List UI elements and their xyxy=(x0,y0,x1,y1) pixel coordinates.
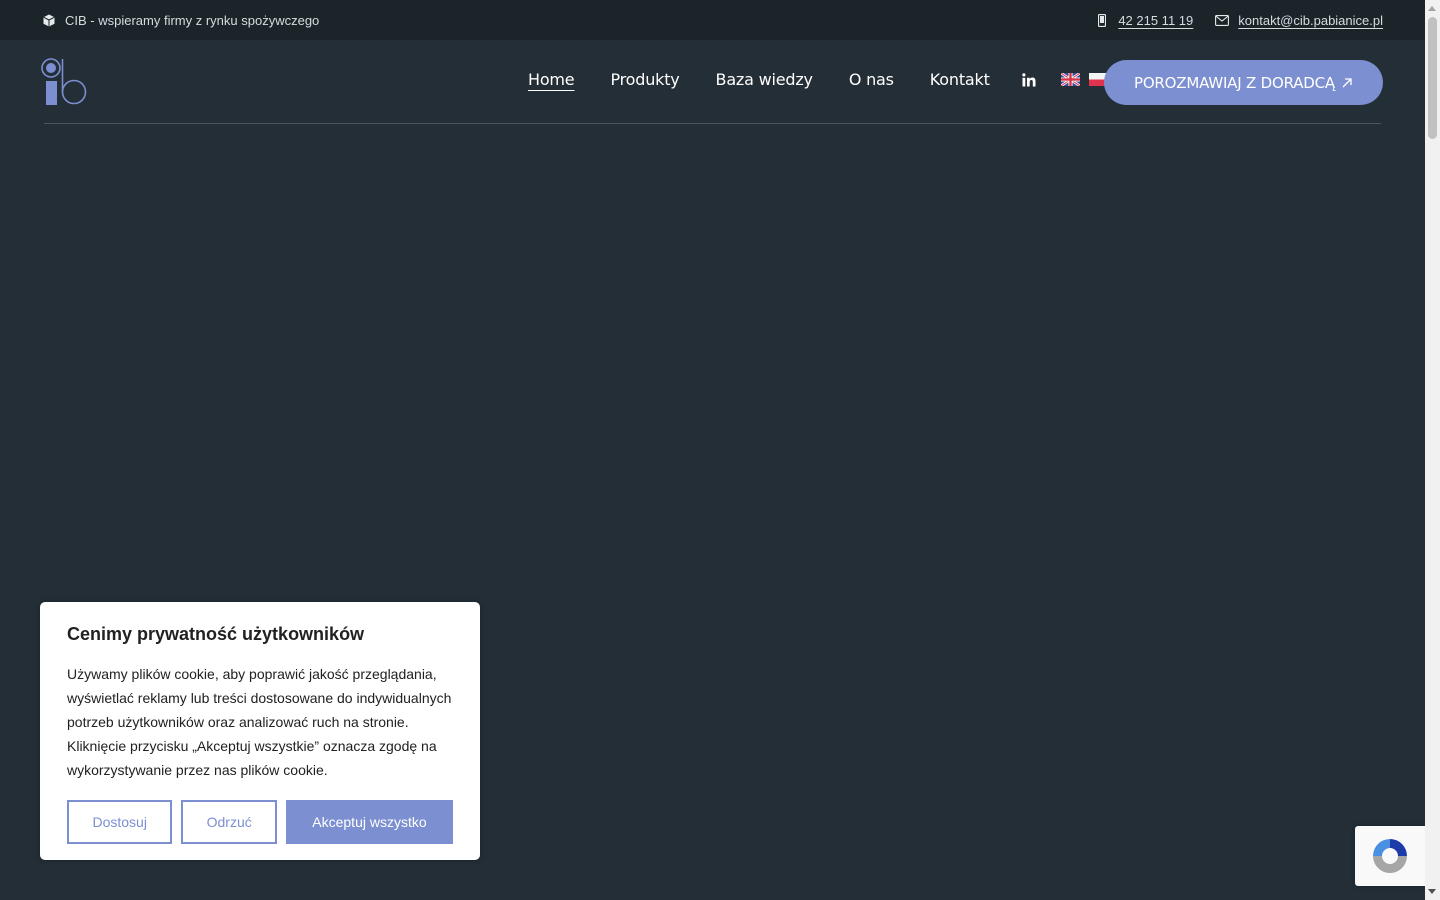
email-link[interactable]: kontakt@cib.pabianice.pl xyxy=(1238,13,1383,28)
scroll-down-arrow[interactable] xyxy=(1428,889,1436,894)
talk-to-advisor-button[interactable]: POROZMAWIAJ Z DORADCĄ xyxy=(1104,60,1383,105)
nav-home[interactable]: Home xyxy=(528,70,575,89)
linkedin-icon[interactable] xyxy=(1021,72,1036,87)
reject-button[interactable]: Odrzuć xyxy=(181,800,277,844)
cta-label: POROZMAWIAJ Z DORADCĄ xyxy=(1133,73,1335,92)
cookie-buttons: Dostosuj Odrzuć Akceptuj wszystko xyxy=(67,800,453,844)
accept-all-button[interactable]: Akceptuj wszystko xyxy=(285,800,453,844)
envelope-icon xyxy=(1215,13,1230,27)
top-bar-left: CIB - wspieramy firmy z rynku spożywczeg… xyxy=(42,13,319,28)
nav-baza-wiedzy[interactable]: Baza wiedzy xyxy=(716,70,813,89)
cookie-consent-banner: Cenimy prywatność użytkowników Używamy p… xyxy=(40,602,480,860)
phone-link[interactable]: 42 215 11 19 xyxy=(1118,13,1193,28)
cube-icon xyxy=(42,13,56,27)
recaptcha-icon xyxy=(1373,839,1407,873)
header-divider xyxy=(44,123,1381,124)
phone-contact: 42 215 11 19 xyxy=(1095,13,1193,28)
cib-logo[interactable] xyxy=(41,57,89,107)
scroll-up-arrow[interactable] xyxy=(1428,6,1436,11)
arrow-up-right-icon xyxy=(1342,77,1352,87)
recaptcha-badge[interactable] xyxy=(1355,826,1425,886)
nav-o-nas[interactable]: O nas xyxy=(849,70,894,89)
nav-kontakt[interactable]: Kontakt xyxy=(930,70,990,89)
main-navigation: Home Produkty Baza wiedzy O nas Kontakt xyxy=(528,70,1117,89)
cookie-text: Używamy plików cookie, aby poprawić jako… xyxy=(67,666,452,778)
scroll-thumb[interactable] xyxy=(1428,17,1437,139)
customize-button[interactable]: Dostosuj xyxy=(67,800,173,844)
top-bar-contacts: 42 215 11 19 kontakt@cib.pabianice.pl xyxy=(1073,13,1383,28)
email-contact: kontakt@cib.pabianice.pl xyxy=(1215,13,1383,28)
top-bar: CIB - wspieramy firmy z rynku spożywczeg… xyxy=(0,0,1425,40)
tagline: CIB - wspieramy firmy z rynku spożywczeg… xyxy=(65,12,320,28)
mobile-phone-icon xyxy=(1095,13,1109,27)
page-scrollbar[interactable] xyxy=(1425,0,1440,900)
flag-uk-icon[interactable] xyxy=(1059,71,1081,88)
nav-produkty[interactable]: Produkty xyxy=(610,70,679,89)
cookie-title: Cenimy prywatność użytkowników xyxy=(67,624,365,644)
